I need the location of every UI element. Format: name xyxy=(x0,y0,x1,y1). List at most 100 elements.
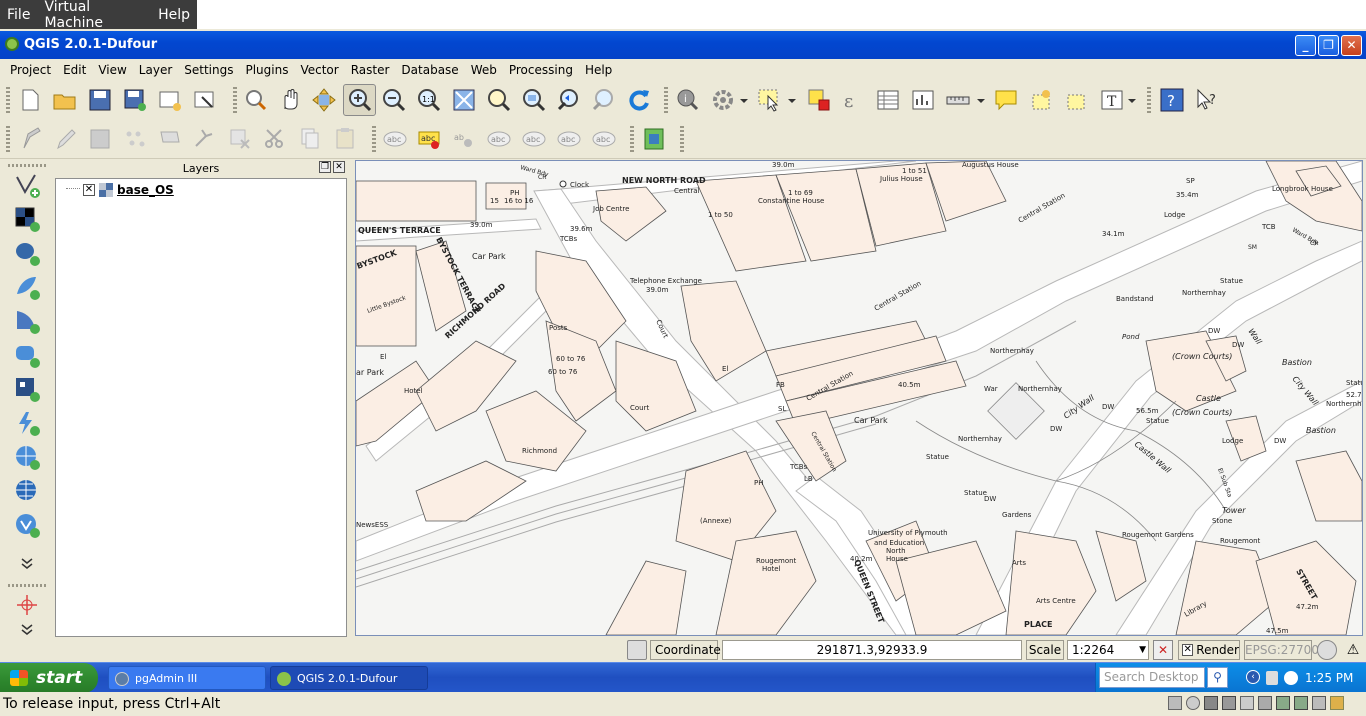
chevron-down-icon[interactable]: ▼ xyxy=(1139,641,1146,659)
chevron-left-icon[interactable]: ‹ xyxy=(1246,670,1260,684)
taskbar-item-pgadmin[interactable]: pgAdmin III xyxy=(108,666,266,690)
layer-name[interactable]: base_OS xyxy=(117,183,174,197)
add-feature-icon[interactable] xyxy=(122,126,148,152)
taskbar-clock[interactable]: 1:25 PM xyxy=(1305,663,1353,693)
add-spatialite-layer-icon[interactable] xyxy=(14,274,41,301)
add-oracle-layer-icon[interactable] xyxy=(14,342,41,369)
toolbar-grip[interactable] xyxy=(630,126,634,152)
measure-line-icon[interactable] xyxy=(945,87,971,113)
toolbar-grip[interactable] xyxy=(8,164,46,167)
network-adapter-icon[interactable] xyxy=(1294,696,1308,710)
move-feature-icon[interactable] xyxy=(157,126,183,152)
save-edits-icon[interactable] xyxy=(87,126,113,152)
zoom-last-icon[interactable] xyxy=(556,87,582,113)
toolbar-grip[interactable] xyxy=(6,126,10,152)
lock-icon[interactable] xyxy=(1266,671,1278,685)
map-canvas[interactable]: NEW NORTH ROAD QUEEN'S TERRACE BYSTOCK T… xyxy=(355,160,1363,636)
maximize-button[interactable]: ❐ xyxy=(1318,35,1339,56)
save-project-icon[interactable] xyxy=(87,87,113,113)
menu-raster[interactable]: Raster xyxy=(345,63,396,77)
chevron-down-icon[interactable] xyxy=(975,91,987,111)
minimize-button[interactable]: _ xyxy=(1295,35,1316,56)
stop-render-icon[interactable]: ✕ xyxy=(1153,640,1173,660)
toolbar-grip[interactable] xyxy=(372,126,376,152)
menu-database[interactable]: Database xyxy=(395,63,464,77)
statistics-icon[interactable] xyxy=(910,87,936,113)
current-edits-icon[interactable] xyxy=(52,126,78,152)
show-bookmarks-icon[interactable] xyxy=(1063,87,1089,113)
deselect-features-icon[interactable] xyxy=(806,87,832,113)
toolbar-grip[interactable] xyxy=(8,584,46,587)
copy-features-icon[interactable] xyxy=(297,126,323,152)
messages-warning-icon[interactable]: ⚠ xyxy=(1343,640,1363,660)
new-project-icon[interactable] xyxy=(17,87,43,113)
cdrom-icon[interactable] xyxy=(1186,696,1200,710)
composer-manager-icon[interactable] xyxy=(192,87,218,113)
chevron-down-icon[interactable] xyxy=(786,91,798,111)
sound-icon[interactable] xyxy=(1312,696,1326,710)
usb-icon[interactable] xyxy=(1240,696,1254,710)
map-tips-icon[interactable] xyxy=(993,87,1019,113)
zoom-in-icon[interactable] xyxy=(347,87,373,113)
hdd-icon[interactable] xyxy=(1168,696,1182,710)
render-toggle[interactable]: ✕ Render xyxy=(1178,640,1240,660)
pan-hand-icon[interactable] xyxy=(277,87,303,113)
pin-labels-icon[interactable]: ab xyxy=(451,126,477,152)
node-tool-icon[interactable] xyxy=(192,126,218,152)
message-icon[interactable] xyxy=(1330,696,1344,710)
layer-item[interactable]: ✕ base_OS xyxy=(83,182,174,198)
layer-labeling-icon[interactable]: abc xyxy=(382,126,408,152)
move-label-icon[interactable]: abc xyxy=(521,126,547,152)
save-as-icon[interactable] xyxy=(122,87,148,113)
menu-settings[interactable]: Settings xyxy=(178,63,239,77)
zoom-actual-size-icon[interactable]: 1:1 xyxy=(416,87,442,113)
new-vector-layer-icon[interactable] xyxy=(14,512,41,539)
add-mssql-layer-icon[interactable] xyxy=(14,308,41,335)
search-desktop-input[interactable]: Search Desktop xyxy=(1099,667,1205,688)
menu-help[interactable]: Help xyxy=(579,63,618,77)
menu-project[interactable]: Project xyxy=(0,63,57,77)
toolbar-grip[interactable] xyxy=(6,87,10,113)
close-button[interactable]: ✕ xyxy=(1341,35,1362,56)
coordinate-field[interactable]: 291871.3,92933.9 xyxy=(722,640,1022,660)
add-vector-layer-icon[interactable] xyxy=(14,172,41,199)
new-bookmark-icon[interactable] xyxy=(1028,87,1054,113)
render-checkbox[interactable]: ✕ xyxy=(1182,644,1194,656)
identify-features-icon[interactable]: i xyxy=(675,87,701,113)
floppy-icon[interactable] xyxy=(1204,696,1218,710)
vm-menu-virtual-machine[interactable]: Virtual Machine xyxy=(37,0,151,31)
help-contents-icon[interactable]: ? xyxy=(1159,87,1185,113)
taskbar-item-qgis[interactable]: QGIS 2.0.1-Dufour xyxy=(270,666,428,690)
add-wcs-layer-icon[interactable] xyxy=(14,444,41,471)
zoom-to-layer-icon[interactable] xyxy=(521,87,547,113)
text-annotation-icon[interactable]: T xyxy=(1099,87,1125,113)
menu-edit[interactable]: Edit xyxy=(57,63,92,77)
close-panel-icon[interactable]: ✕ xyxy=(333,161,345,173)
chevron-down-icon[interactable] xyxy=(738,91,750,111)
network-icon[interactable] xyxy=(1284,671,1298,685)
menu-plugins[interactable]: Plugins xyxy=(239,63,294,77)
coordinate-capture-icon[interactable] xyxy=(14,592,41,619)
geoserver-plugin-icon[interactable] xyxy=(641,126,667,152)
float-panel-icon[interactable]: ❐ xyxy=(319,161,331,173)
printer-icon[interactable] xyxy=(1258,696,1272,710)
attribute-table-icon[interactable] xyxy=(875,87,901,113)
menu-web[interactable]: Web xyxy=(465,63,503,77)
zoom-to-selection-icon[interactable] xyxy=(486,87,512,113)
crs-status[interactable]: EPSG:27700 xyxy=(1244,640,1319,660)
zoom-out-icon[interactable] xyxy=(381,87,407,113)
vm-menu-help[interactable]: Help xyxy=(151,7,197,23)
toolbar-grip[interactable] xyxy=(1147,87,1151,113)
add-wms-layer-icon[interactable] xyxy=(14,376,41,403)
refresh-icon[interactable] xyxy=(626,87,652,113)
pan-map-icon[interactable] xyxy=(311,87,337,113)
delete-selected-icon[interactable] xyxy=(227,126,253,152)
add-raster-layer-icon[interactable] xyxy=(14,206,41,233)
pan-to-selection-icon[interactable] xyxy=(242,87,268,113)
floppy-icon[interactable] xyxy=(1222,696,1236,710)
zoom-next-icon[interactable] xyxy=(591,87,617,113)
zoom-full-icon[interactable] xyxy=(451,87,477,113)
change-label-icon[interactable]: abc xyxy=(591,126,617,152)
new-print-composer-icon[interactable] xyxy=(157,87,183,113)
label-highlight-icon[interactable]: abc xyxy=(416,126,442,152)
